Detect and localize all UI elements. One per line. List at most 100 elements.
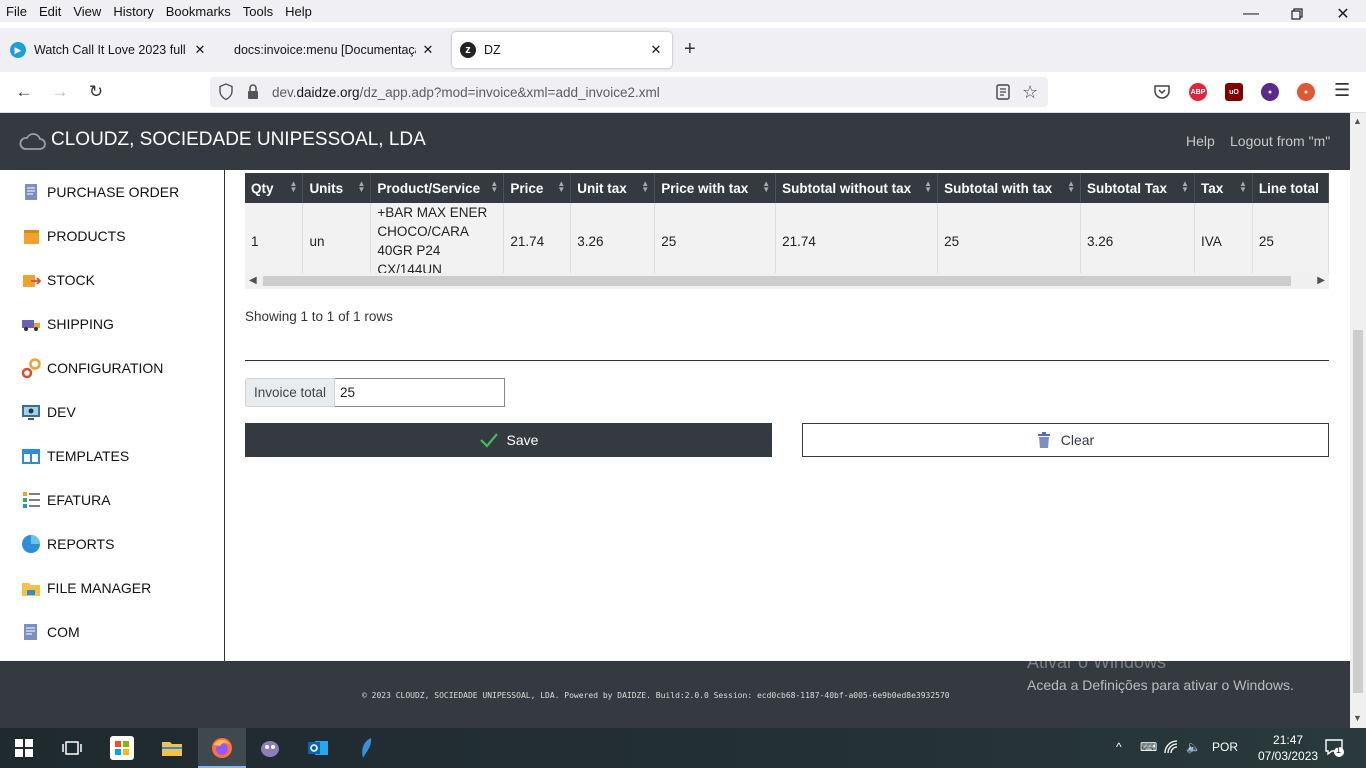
restore-icon[interactable] xyxy=(1274,0,1320,28)
invoice-total-input[interactable] xyxy=(335,378,506,407)
scroll-left-icon[interactable]: ◀ xyxy=(249,273,257,289)
menu-file[interactable]: File xyxy=(0,4,33,19)
clear-button[interactable]: Clear xyxy=(802,423,1329,457)
language-indicator[interactable]: POR xyxy=(1212,740,1238,754)
column-header-unit-tax[interactable]: Unit tax ▲ ▼ xyxy=(570,173,656,203)
tab-dz[interactable]: z DZ ✕ xyxy=(452,32,672,68)
tray-chevron-up-icon[interactable]: ^ xyxy=(1116,740,1122,754)
sidebar-item-products[interactable]: PRODUCTS xyxy=(21,224,126,248)
logout-link[interactable]: Logout from "m" xyxy=(1230,133,1330,149)
browser-menubar: File Edit View History Bookmarks Tools H… xyxy=(0,0,1366,22)
tab-close-icon[interactable]: ✕ xyxy=(420,42,436,58)
page-vertical-scrollbar[interactable]: ▲ ▼ xyxy=(1350,113,1366,728)
volume-icon[interactable]: 🔈 xyxy=(1186,740,1201,754)
sidebar-item-purchase-order[interactable]: PURCHASE ORDER xyxy=(21,180,179,204)
column-header-price-with-tax[interactable]: Price with tax ▲ ▼ xyxy=(654,173,777,203)
app-title: CLOUDZ, SOCIEDADE UNIPESSOAL, LDA xyxy=(51,129,426,150)
close-window-icon[interactable]: ✕ xyxy=(1320,0,1366,28)
column-header-subtotal-tax[interactable]: Subtotal Tax ▲ ▼ xyxy=(1080,173,1195,203)
sort-icon: ▲ ▼ xyxy=(289,179,298,194)
column-header-product[interactable]: Product/Service ▲ ▼ xyxy=(370,173,505,203)
sidebar: PURCHASE ORDER PRODUCTS STOCK SHIPPING C… xyxy=(0,170,225,661)
sidebar-item-com[interactable]: COM xyxy=(21,620,80,644)
lock-icon[interactable] xyxy=(246,83,260,104)
menu-edit[interactable]: Edit xyxy=(33,4,67,19)
scroll-right-icon[interactable]: ▶ xyxy=(1317,273,1325,289)
store-icon[interactable] xyxy=(110,736,134,760)
sidebar-item-dev[interactable]: DEV xyxy=(21,400,76,424)
hamburger-menu-icon[interactable]: ☰ xyxy=(1334,80,1350,101)
reload-icon[interactable]: ↻ xyxy=(84,80,108,104)
url-text[interactable]: dev.daidze.org/dz_app.adp?mod=invoice&xm… xyxy=(272,85,660,100)
url-bar[interactable]: dev.daidze.org/dz_app.adp?mod=invoice&xm… xyxy=(210,77,1048,107)
column-header-price[interactable]: Price ▲ ▼ xyxy=(503,173,572,203)
list-icon xyxy=(21,490,41,510)
firefox-icon[interactable] xyxy=(210,736,234,760)
column-header-units[interactable]: Units ▲ ▼ xyxy=(302,173,372,203)
sidebar-item-configuration[interactable]: CONFIGURATION xyxy=(21,356,163,380)
column-header-subtotal-without-tax[interactable]: Subtotal without tax ▲ ▼ xyxy=(775,173,939,203)
column-header-tax[interactable]: Tax ▲ ▼ xyxy=(1194,173,1253,203)
cell-qty: 1 xyxy=(245,203,304,280)
scroll-up-icon[interactable]: ▲ xyxy=(1353,116,1362,126)
extension-icon[interactable]: ● xyxy=(1261,83,1279,101)
minimize-icon[interactable]: — xyxy=(1228,0,1274,28)
cell-tax: IVA xyxy=(1194,203,1253,280)
tab-docs-invoice[interactable]: docs:invoice:menu [Documentação ✕ xyxy=(226,32,444,68)
menu-history[interactable]: History xyxy=(107,4,159,19)
scrollbar-thumb[interactable] xyxy=(263,276,1291,286)
column-header-qty[interactable]: Qty ▲ ▼ xyxy=(245,173,304,203)
column-header-line-total[interactable]: Line total xyxy=(1252,173,1330,203)
cell-line-total: 25 xyxy=(1252,203,1330,280)
save-button[interactable]: Save xyxy=(245,423,772,457)
notification-center-icon[interactable]: 1 xyxy=(1324,737,1344,760)
pocket-icon[interactable] xyxy=(1153,83,1171,104)
windows-start-icon[interactable] xyxy=(12,736,36,760)
sort-icon: ▲ ▼ xyxy=(1067,179,1076,194)
pidgin-icon[interactable] xyxy=(258,736,282,760)
input-method-icon[interactable]: ⌨ xyxy=(1140,740,1157,754)
ublock-icon[interactable]: uO xyxy=(1225,83,1243,101)
sidebar-item-shipping[interactable]: SHIPPING xyxy=(21,312,114,336)
duckduckgo-icon[interactable]: ● xyxy=(1297,83,1315,101)
back-icon[interactable]: ← xyxy=(12,80,36,104)
cloud-logo-icon xyxy=(19,133,46,150)
scroll-down-icon[interactable]: ▼ xyxy=(1353,713,1362,723)
bookmark-star-icon[interactable]: ☆ xyxy=(1022,82,1038,103)
file-explorer-icon[interactable] xyxy=(160,736,184,760)
tab-close-icon[interactable]: ✕ xyxy=(192,42,208,58)
app-feather-icon[interactable] xyxy=(355,736,379,760)
checkmark-icon xyxy=(479,433,498,448)
sidebar-item-reports[interactable]: REPORTS xyxy=(21,532,114,556)
stock-icon xyxy=(21,270,42,290)
new-tab-icon[interactable]: + xyxy=(684,38,696,61)
sort-icon: ▲ ▼ xyxy=(762,179,771,194)
divider xyxy=(245,360,1329,361)
app-header: CLOUDZ, SOCIEDADE UNIPESSOAL, LDA Help L… xyxy=(0,113,1350,170)
menu-bookmarks[interactable]: Bookmarks xyxy=(160,4,237,19)
menu-help[interactable]: Help xyxy=(279,4,318,19)
network-icon[interactable] xyxy=(1164,740,1178,757)
forward-icon[interactable]: → xyxy=(48,80,72,104)
table-row[interactable]: 1 un +BAR MAX ENER CHOCO/CARA 40GR P24 C… xyxy=(245,203,1330,280)
column-header-subtotal-with-tax[interactable]: Subtotal with tax ▲ ▼ xyxy=(937,173,1082,203)
tab-close-icon[interactable]: ✕ xyxy=(648,42,664,58)
help-link[interactable]: Help xyxy=(1186,133,1215,149)
tab-watch-call-it-love[interactable]: ▶ Watch Call It Love 2023 full serie ✕ xyxy=(2,32,216,68)
sort-icon: ▲ ▼ xyxy=(1238,179,1247,194)
table-horizontal-scrollbar[interactable]: ◀ ▶ xyxy=(245,273,1329,289)
sidebar-item-templates[interactable]: TEMPLATES xyxy=(21,444,129,468)
sidebar-item-efatura[interactable]: EFATURA xyxy=(21,488,111,512)
reader-view-icon[interactable] xyxy=(996,84,1010,103)
scrollbar-thumb[interactable] xyxy=(1353,330,1363,693)
shield-icon[interactable] xyxy=(218,83,234,104)
menu-view[interactable]: View xyxy=(67,4,107,19)
menu-tools[interactable]: Tools xyxy=(237,4,279,19)
system-clock[interactable]: 21:47 07/03/2023 xyxy=(1258,732,1318,764)
outlook-icon[interactable] xyxy=(306,736,330,760)
sidebar-item-file-manager[interactable]: FILE MANAGER xyxy=(21,576,151,600)
sidebar-item-stock[interactable]: STOCK xyxy=(21,268,95,292)
task-view-icon[interactable] xyxy=(60,736,84,760)
adblock-plus-icon[interactable]: ABP xyxy=(1189,83,1207,101)
sort-icon: ▲ ▼ xyxy=(1181,179,1189,194)
